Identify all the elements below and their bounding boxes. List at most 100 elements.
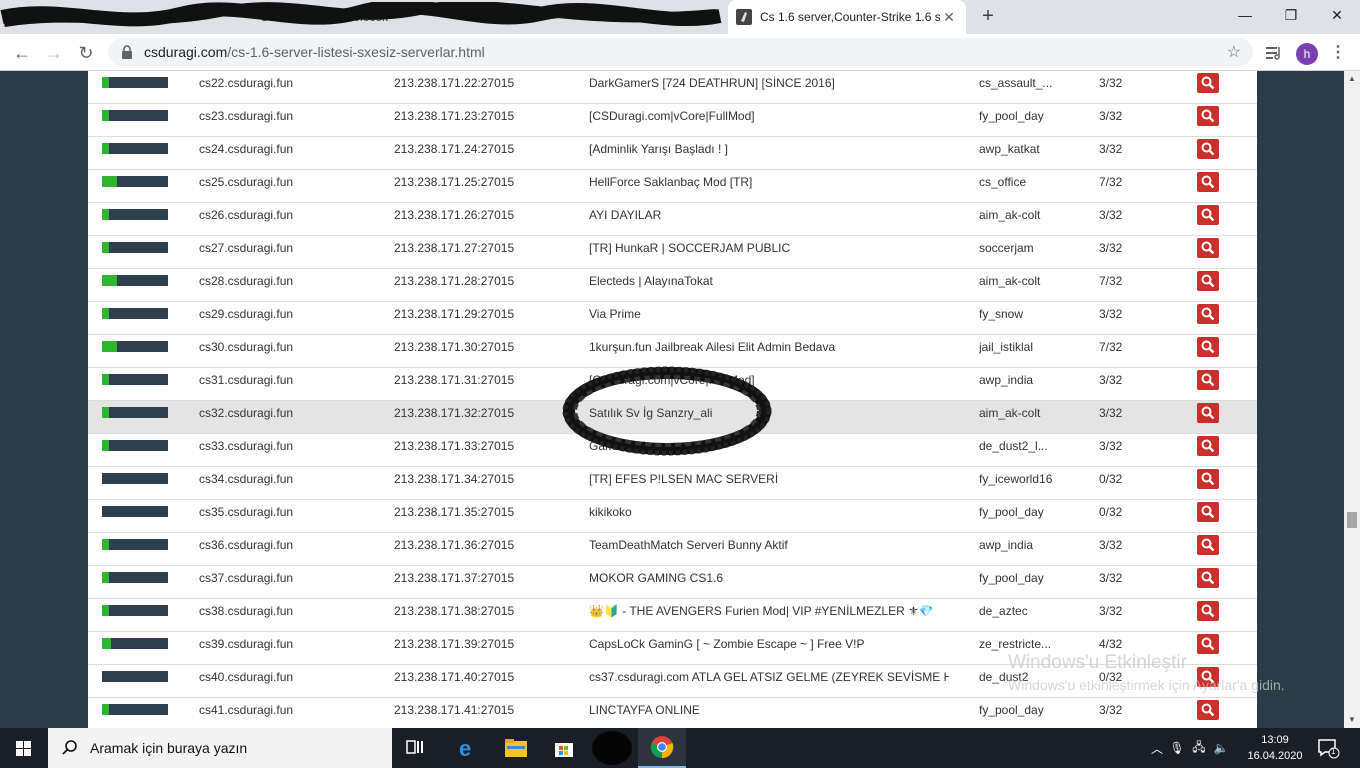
- server-name[interactable]: LINCTAYFA ONLINE: [589, 698, 949, 728]
- server-name[interactable]: Electeds | AlayınaTokat: [589, 269, 949, 302]
- media-queue-icon[interactable]: [1264, 43, 1284, 63]
- tab-inactive[interactable]: CSDuragi Fakli Gelecek: [0, 0, 722, 34]
- server-details-button[interactable]: [1197, 73, 1219, 93]
- server-details-button[interactable]: [1197, 238, 1219, 258]
- server-name[interactable]: [CSDuragi.com|vCore|FullMod]: [589, 368, 949, 401]
- tray-expand-icon[interactable]: ︿: [1148, 740, 1166, 757]
- server-ip[interactable]: 213.238.171.34:27015: [394, 467, 574, 500]
- server-ip[interactable]: 213.238.171.29:27015: [394, 302, 574, 335]
- server-name[interactable]: Via Prime: [589, 302, 949, 335]
- server-ip[interactable]: 213.238.171.36:27015: [394, 533, 574, 566]
- forward-icon[interactable]: →: [40, 39, 68, 67]
- bookmark-star-icon[interactable]: ☆: [1227, 42, 1241, 62]
- server-details-button[interactable]: [1197, 667, 1219, 687]
- server-name[interactable]: [TR] HunkaR | SOCCERJAM PUBLIC: [589, 236, 949, 269]
- server-ip[interactable]: 213.238.171.32:27015: [394, 401, 574, 434]
- server-name[interactable]: 1kurşun.fun Jailbreak Ailesi Elit Admin …: [589, 335, 949, 368]
- browser-menu-icon[interactable]: ⋮: [1330, 42, 1346, 64]
- server-ip[interactable]: 213.238.171.39:27015: [394, 632, 574, 665]
- server-ip[interactable]: 213.238.171.30:27015: [394, 335, 574, 368]
- server-name[interactable]: MOKOR GAMING CS1.6: [589, 566, 949, 599]
- server-name[interactable]: Satılık Sv İg Sanzry_ali: [589, 401, 949, 434]
- vertical-scrollbar[interactable]: ▲ ▼: [1344, 71, 1360, 728]
- server-name[interactable]: TeamDeathMatch Serveri Bunny Aktif: [589, 533, 949, 566]
- tab-active[interactable]: Cs 1.6 server,Counter-Strike 1.6 s ✕: [728, 0, 966, 34]
- server-details-button[interactable]: [1197, 172, 1219, 192]
- address-bar[interactable]: csduragi.com/cs-1.6-server-listesi-sxesi…: [108, 38, 1253, 66]
- server-details-button[interactable]: [1197, 469, 1219, 489]
- server-host[interactable]: cs27.csduragi.fun: [199, 236, 379, 269]
- table-row[interactable]: cs35.csduragi.fun 213.238.171.35:27015 kik…: [88, 500, 1257, 533]
- profile-avatar[interactable]: h: [1296, 43, 1318, 65]
- microphone-icon[interactable]: 🎙: [1166, 741, 1188, 755]
- server-details-button[interactable]: [1197, 601, 1219, 621]
- table-row[interactable]: cs41.csduragi.fun 213.238.171.41:27015 LIN…: [88, 698, 1257, 728]
- server-host[interactable]: cs36.csduragi.fun: [199, 533, 379, 566]
- server-host[interactable]: cs29.csduragi.fun: [199, 302, 379, 335]
- table-row[interactable]: cs27.csduragi.fun 213.238.171.27:27015 [TR…: [88, 236, 1257, 269]
- restore-button[interactable]: ❐: [1268, 0, 1314, 32]
- table-row[interactable]: cs23.csduragi.fun 213.238.171.23:27015 [CS…: [88, 104, 1257, 137]
- server-ip[interactable]: 213.238.171.38:27015: [394, 599, 574, 632]
- server-ip[interactable]: 213.238.171.22:27015: [394, 71, 574, 104]
- server-name[interactable]: cs37.csduragi.com ATLA GEL ATSIZ GELME (…: [589, 665, 949, 698]
- server-host[interactable]: cs37.csduragi.fun: [199, 566, 379, 599]
- server-ip[interactable]: 213.238.171.25:27015: [394, 170, 574, 203]
- table-row[interactable]: cs39.csduragi.fun 213.238.171.39:27015 Cap…: [88, 632, 1257, 665]
- server-host[interactable]: cs40.csduragi.fun: [199, 665, 379, 698]
- server-host[interactable]: cs35.csduragi.fun: [199, 500, 379, 533]
- server-host[interactable]: cs38.csduragi.fun: [199, 599, 379, 632]
- server-host[interactable]: cs23.csduragi.fun: [199, 104, 379, 137]
- redacted-app-icon[interactable]: [588, 728, 636, 768]
- server-ip[interactable]: 213.238.171.27:27015: [394, 236, 574, 269]
- server-host[interactable]: cs32.csduragi.fun: [199, 401, 379, 434]
- taskbar-clock[interactable]: 13:09 16.04.2020: [1244, 732, 1306, 764]
- server-ip[interactable]: 213.238.171.33:27015: [394, 434, 574, 467]
- chrome-icon[interactable]: [638, 728, 686, 768]
- table-row[interactable]: cs22.csduragi.fun 213.238.171.22:27015 Dar…: [88, 71, 1257, 104]
- server-details-button[interactable]: [1197, 139, 1219, 159]
- server-host[interactable]: cs41.csduragi.fun: [199, 698, 379, 728]
- server-host[interactable]: cs31.csduragi.fun: [199, 368, 379, 401]
- server-details-button[interactable]: [1197, 568, 1219, 588]
- server-host[interactable]: cs39.csduragi.fun: [199, 632, 379, 665]
- server-name[interactable]: Game Club: [589, 434, 949, 467]
- close-tab-icon[interactable]: ✕: [940, 9, 958, 26]
- scroll-down-arrow-icon[interactable]: ▼: [1344, 712, 1360, 728]
- server-name[interactable]: [TR] EFES P!LSEN MAC SERVERİ: [589, 467, 949, 500]
- close-window-button[interactable]: ✕: [1314, 0, 1360, 32]
- server-details-button[interactable]: [1197, 205, 1219, 225]
- server-host[interactable]: cs26.csduragi.fun: [199, 203, 379, 236]
- edge-browser-icon[interactable]: e: [444, 728, 492, 768]
- table-row[interactable]: cs34.csduragi.fun 213.238.171.34:27015 [TR…: [88, 467, 1257, 500]
- server-details-button[interactable]: [1197, 535, 1219, 555]
- server-details-button[interactable]: [1197, 271, 1219, 291]
- table-row[interactable]: cs31.csduragi.fun 213.238.171.31:27015 [CS…: [88, 368, 1257, 401]
- table-row[interactable]: cs26.csduragi.fun 213.238.171.26:27015 AYI…: [88, 203, 1257, 236]
- table-row[interactable]: cs40.csduragi.fun 213.238.171.40:27015 cs3…: [88, 665, 1257, 698]
- server-name[interactable]: [CSDuragi.com|vCore|FullMod]: [589, 104, 949, 137]
- server-host[interactable]: cs34.csduragi.fun: [199, 467, 379, 500]
- server-ip[interactable]: 213.238.171.41:27015: [394, 698, 574, 728]
- server-details-button[interactable]: [1197, 304, 1219, 324]
- server-name[interactable]: AYI DAYILAR: [589, 203, 949, 236]
- server-host[interactable]: cs22.csduragi.fun: [199, 71, 379, 104]
- server-ip[interactable]: 213.238.171.37:27015: [394, 566, 574, 599]
- server-details-button[interactable]: [1197, 337, 1219, 357]
- server-name[interactable]: kikikoko: [589, 500, 949, 533]
- server-host[interactable]: cs30.csduragi.fun: [199, 335, 379, 368]
- file-explorer-icon[interactable]: [492, 728, 540, 768]
- notification-center-icon[interactable]: 1: [1316, 736, 1340, 760]
- table-row[interactable]: cs33.csduragi.fun 213.238.171.33:27015 Gam…: [88, 434, 1257, 467]
- task-view-icon[interactable]: [392, 728, 440, 768]
- server-ip[interactable]: 213.238.171.23:27015: [394, 104, 574, 137]
- server-details-button[interactable]: [1197, 106, 1219, 126]
- server-host[interactable]: cs33.csduragi.fun: [199, 434, 379, 467]
- server-ip[interactable]: 213.238.171.35:27015: [394, 500, 574, 533]
- volume-icon[interactable]: 🔈: [1210, 741, 1232, 755]
- server-ip[interactable]: 213.238.171.24:27015: [394, 137, 574, 170]
- table-row[interactable]: cs36.csduragi.fun 213.238.171.36:27015 Tea…: [88, 533, 1257, 566]
- table-row[interactable]: cs37.csduragi.fun 213.238.171.37:27015 MOK…: [88, 566, 1257, 599]
- table-row[interactable]: cs30.csduragi.fun 213.238.171.30:27015 1ku…: [88, 335, 1257, 368]
- server-host[interactable]: cs24.csduragi.fun: [199, 137, 379, 170]
